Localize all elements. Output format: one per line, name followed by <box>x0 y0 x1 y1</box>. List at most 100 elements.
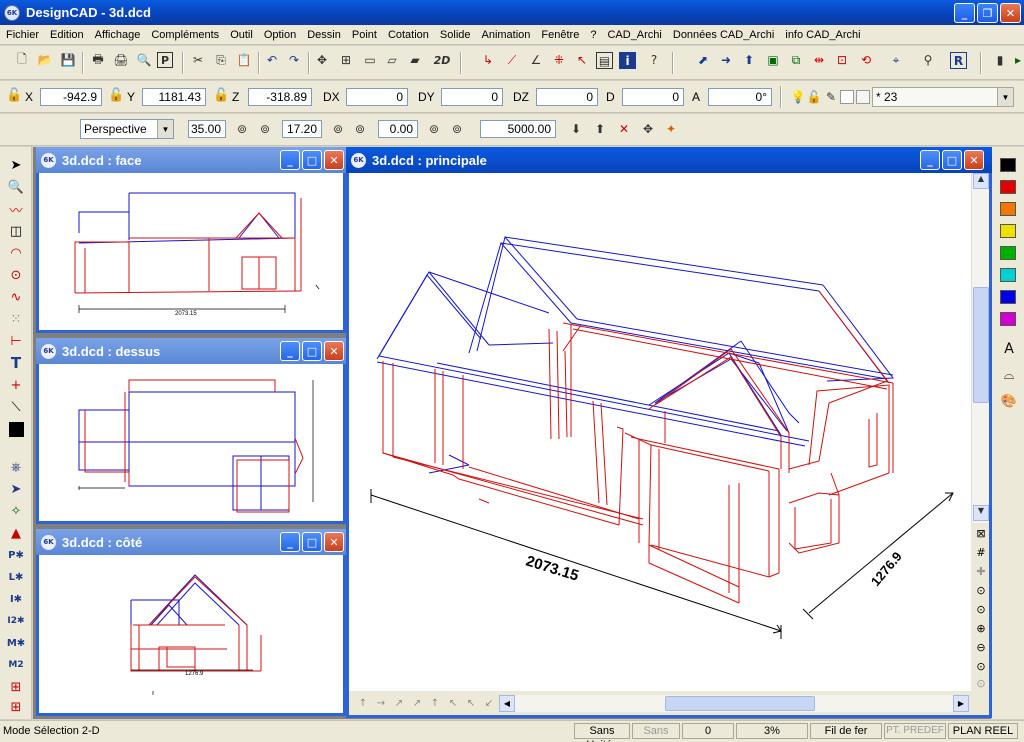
curve-icon[interactable]: ∿ <box>6 287 26 307</box>
face-minimize-button[interactable]: _ <box>280 150 300 170</box>
menu-info-cad-archi[interactable]: info CAD_Archi <box>779 29 865 41</box>
menu-cad-archi[interactable]: CAD_Archi <box>601 29 666 41</box>
y-coordinate-field[interactable]: 1181.43 <box>142 88 206 106</box>
menu-fenetre[interactable]: Fenêtre <box>535 29 584 41</box>
top-maximize-button[interactable]: □ <box>302 341 322 361</box>
redo-icon[interactable]: ↷ <box>284 50 304 70</box>
dy-field[interactable]: 0 <box>441 88 503 106</box>
layer-select[interactable]: * 23 ▼ <box>872 87 1014 107</box>
camera-roll-left-icon[interactable]: ⊚ <box>424 119 444 139</box>
layer-color-swatch[interactable] <box>840 90 854 104</box>
grid-points-icon[interactable]: ⁜ <box>549 50 569 70</box>
color-black-swatch[interactable] <box>1000 158 1016 172</box>
grid-select-icon[interactable]: ⊞ <box>6 677 26 697</box>
point-tool-icon[interactable]: P✱ <box>6 545 26 565</box>
menu-help[interactable]: ? <box>584 29 601 41</box>
page-icon[interactable]: P <box>157 52 173 68</box>
camera-rotate-left-icon[interactable]: ⊚ <box>232 119 252 139</box>
view-side-icon[interactable]: ▰ <box>405 50 425 70</box>
status-render-mode[interactable]: Fil de fer <box>810 723 882 739</box>
nav-left-icon[interactable]: ↙ <box>479 693 499 713</box>
menu-animation[interactable]: Animation <box>476 29 536 41</box>
layer-window-icon[interactable]: ▤ <box>596 52 613 69</box>
face-view-window[interactable]: 6K 3d.dcd : face _ □ ✕ 2073.15 <box>36 147 346 333</box>
main-minimize-button[interactable]: _ <box>920 150 940 170</box>
lock-y-icon[interactable]: 🔓 <box>108 88 126 104</box>
main-view-window[interactable]: 6K 3d.dcd : principale _ □ ✕ 2073.15 127… <box>346 147 992 718</box>
grid-select-2-icon[interactable]: ⊞ <box>6 697 26 717</box>
zoom-realtime-icon[interactable]: ⊙ <box>971 673 991 693</box>
menu-complements[interactable]: Compléments <box>145 29 224 41</box>
view-angle-field-3[interactable]: 0.00 <box>378 120 418 138</box>
undo-icon[interactable]: ↶ <box>262 50 282 70</box>
print-preview-icon[interactable]: 🔍 <box>134 50 154 70</box>
menu-donnees-cad-archi[interactable]: Données CAD_Archi <box>667 29 780 41</box>
context-help-icon[interactable]: ? <box>644 50 664 70</box>
menu-fichier[interactable]: Fichier <box>0 29 44 41</box>
status-pt-predef[interactable]: PT. PREDEF <box>884 723 946 739</box>
menu-option[interactable]: Option <box>258 29 301 41</box>
solid-icon[interactable]: ⎈ <box>6 457 26 477</box>
box-icon[interactable]: ◫ <box>6 221 26 241</box>
mode-2d-button[interactable]: 2D <box>432 50 452 70</box>
select-arrow-icon[interactable]: ➤ <box>6 155 26 175</box>
nav-right-icon[interactable]: → <box>371 693 391 713</box>
zoom-in-icon[interactable]: ⊕ <box>971 618 991 638</box>
door-icon[interactable]: ▮ <box>990 50 1010 70</box>
frame-icon[interactable]: ▣ <box>763 50 783 70</box>
top-view-window[interactable]: 6K 3d.dcd : dessus _ □ ✕ <box>36 338 346 524</box>
scroll-right-arrow-icon[interactable]: ▶ <box>953 695 969 712</box>
top-minimize-button[interactable]: _ <box>280 341 300 361</box>
print-setup-icon[interactable]: 🖨 <box>111 50 131 70</box>
point-arrow-icon[interactable]: ↳ <box>478 50 498 70</box>
fill-color-icon[interactable] <box>6 419 26 439</box>
move-up-icon[interactable]: ⬆ <box>739 50 759 70</box>
main-close-button[interactable]: ✕ <box>964 150 984 170</box>
side-view-window[interactable]: 6K 3d.dcd : côté _ □ ✕ 1276.9 <box>36 529 346 716</box>
menu-cotation[interactable]: Cotation <box>382 29 434 41</box>
status-plan-reel[interactable]: PLAN REEL <box>948 723 1018 739</box>
mirror-icon[interactable]: ⇹ <box>809 50 829 70</box>
z-coordinate-field[interactable]: -318.89 <box>248 88 312 106</box>
select-points-icon[interactable]: ⌖ <box>886 50 906 70</box>
top-close-button[interactable]: ✕ <box>324 341 344 361</box>
view-angle-field-1[interactable]: 35.00 <box>188 120 226 138</box>
dimension-icon[interactable]: ⊢ <box>6 331 26 351</box>
copy-icon[interactable]: ⎘ <box>211 50 231 70</box>
lock-z-icon[interactable]: 🔓 <box>213 88 231 104</box>
view-front-icon[interactable]: ▱ <box>382 50 402 70</box>
print-icon[interactable]: 🖶 <box>88 50 108 70</box>
zoom-icon[interactable]: 🔍 <box>6 177 26 197</box>
angle-field[interactable]: 0° <box>708 88 772 106</box>
chevron-down-icon[interactable]: ▼ <box>997 88 1013 106</box>
nav-up-icon[interactable]: ↑ <box>353 693 373 713</box>
open-folder-icon[interactable]: 📂 <box>35 50 55 70</box>
save-icon[interactable]: 💾 <box>58 50 78 70</box>
horizontal-scroll-thumb[interactable] <box>665 696 815 711</box>
nav-diag1-icon[interactable]: ↗ <box>389 693 409 713</box>
menu-outil[interactable]: Outil <box>224 29 258 41</box>
face-close-button[interactable]: ✕ <box>324 150 344 170</box>
new-file-icon[interactable]: 🗋 <box>12 50 32 70</box>
nearest-point-icon[interactable]: ↖ <box>572 50 592 70</box>
wand-icon[interactable]: ✧ <box>6 501 26 521</box>
arc-icon[interactable]: ◠ <box>6 243 26 263</box>
circle-icon[interactable]: ⊙ <box>6 265 26 285</box>
paint-icon[interactable]: 🎨 <box>999 391 1019 411</box>
color-cyan-swatch[interactable] <box>1000 268 1016 282</box>
line-tool-icon[interactable]: L✱ <box>6 567 26 587</box>
i2-tool-icon[interactable]: I2✱ <box>6 611 26 631</box>
rotate-icon[interactable]: ⟲ <box>856 50 876 70</box>
color-green-swatch[interactable] <box>1000 246 1016 260</box>
menu-affichage[interactable]: Affichage <box>89 29 146 41</box>
paste-icon[interactable]: 📋 <box>234 50 254 70</box>
orbit-icon[interactable]: ✥ <box>638 119 658 139</box>
zoom-extents-icon[interactable]: ⊠ <box>971 523 991 543</box>
zoom-window-icon[interactable]: ⊞ <box>336 50 356 70</box>
pen-icon[interactable]: ✎ <box>821 87 841 107</box>
color-red-swatch[interactable] <box>1000 180 1016 194</box>
scroll-left-arrow-icon[interactable]: ◀ <box>499 695 515 712</box>
color-magenta-swatch[interactable] <box>1000 312 1016 326</box>
angle-snap-icon[interactable]: ∠ <box>526 50 546 70</box>
scroll-down-arrow-icon[interactable]: ▼ <box>973 505 989 521</box>
